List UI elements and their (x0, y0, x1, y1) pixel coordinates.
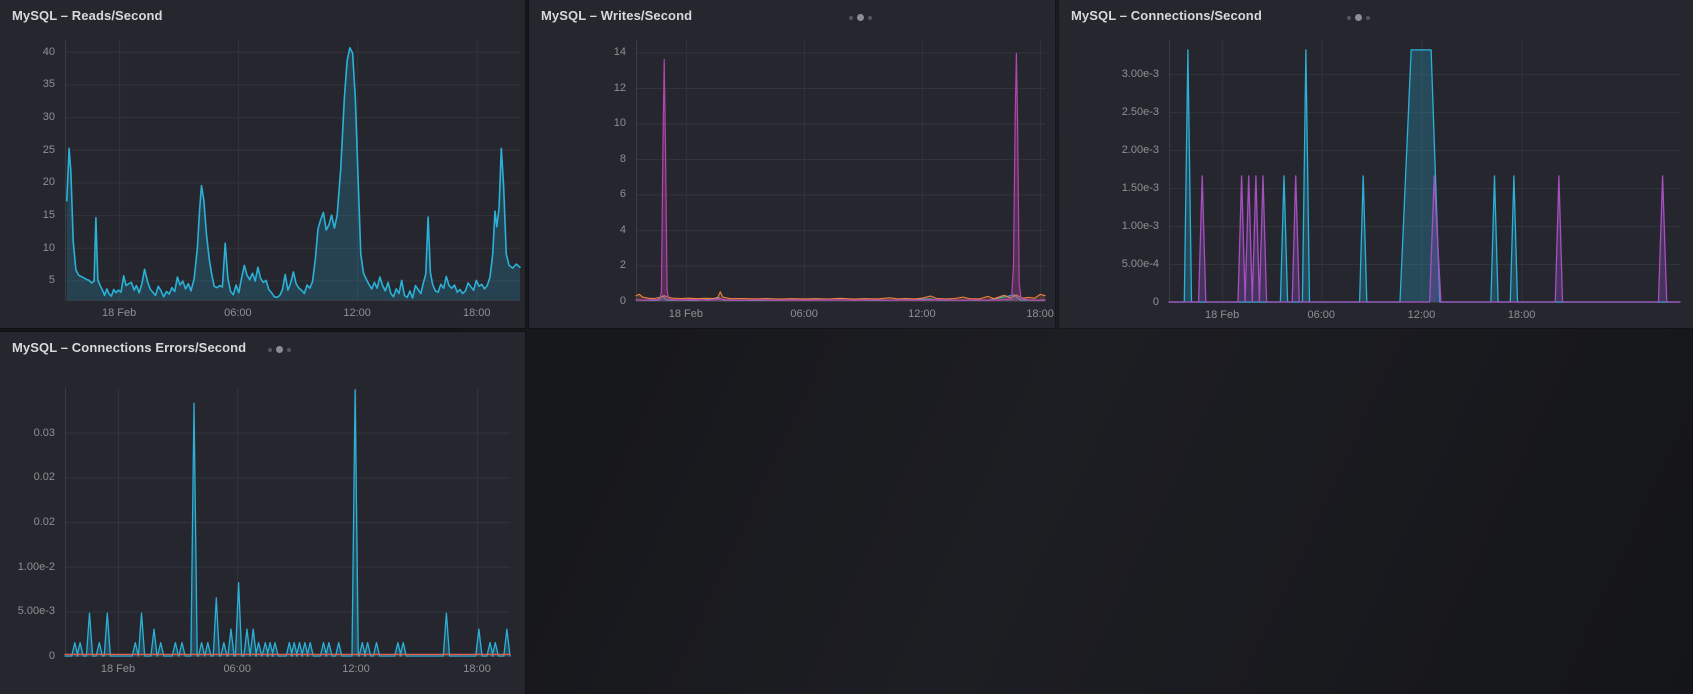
chart-canvas[interactable] (1059, 0, 1693, 328)
y-axis-tick-label: 0 (529, 295, 626, 307)
panel-mysql-connections-errors-per-second: MySQL – Connections Errors/Second 0.030.… (0, 332, 525, 694)
x-axis-tick-label: 18:00 (463, 307, 491, 319)
y-axis-tick-label: 0 (0, 650, 55, 662)
y-axis-tick-label: 1.50e-3 (1059, 182, 1159, 194)
x-axis-tick-label: 18:00 (463, 663, 491, 675)
series-area-writes-purple (636, 53, 1045, 301)
y-axis-tick-label: 25 (0, 144, 55, 156)
x-axis-tick-label: 18 Feb (669, 308, 703, 320)
y-axis-tick-label: 0.02 (0, 471, 55, 483)
y-axis-tick-label: 2.50e-3 (1059, 106, 1159, 118)
y-axis-tick-label: 10 (0, 242, 55, 254)
series-line-writes-purple (636, 53, 1045, 300)
x-axis-tick-label: 06:00 (224, 307, 252, 319)
y-axis-tick-label: 0 (1059, 296, 1159, 308)
x-axis-tick-label: 18:00 (1508, 309, 1536, 321)
chart-canvas[interactable] (0, 332, 525, 694)
y-axis-tick-label: 1.00e-3 (1059, 220, 1159, 232)
grafana-dashboard: MySQL – Reads/Second 40353025201510518 F… (0, 0, 1693, 694)
x-axis-tick-label: 12:00 (343, 307, 371, 319)
y-axis-tick-label: 15 (0, 209, 55, 221)
x-axis-tick-label: 06:00 (223, 663, 251, 675)
y-axis-tick-label: 3.00e-3 (1059, 68, 1159, 80)
y-axis-tick-label: 6 (529, 188, 626, 200)
y-axis-tick-label: 20 (0, 176, 55, 188)
y-axis-tick-label: 2.00e-3 (1059, 144, 1159, 156)
y-axis-tick-label: 0.03 (0, 427, 55, 439)
panel-mysql-connections-per-second: MySQL – Connections/Second 3.00e-32.50e-… (1059, 0, 1693, 328)
x-axis-tick-label: 12:00 (908, 308, 936, 320)
y-axis-tick-label: 4 (529, 224, 626, 236)
x-axis-tick-label: 18 Feb (1205, 309, 1239, 321)
x-axis-tick-label: 18 Feb (102, 307, 136, 319)
y-axis-tick-label: 5 (0, 274, 55, 286)
x-axis-tick-label: 12:00 (342, 663, 370, 675)
x-axis-tick-label: 18 Feb (101, 663, 135, 675)
x-axis-tick-label: 06:00 (1308, 309, 1336, 321)
y-axis-tick-label: 5.00e-4 (1059, 258, 1159, 270)
x-axis-tick-label: 18:00 (1026, 308, 1054, 320)
panel-mysql-reads-per-second: MySQL – Reads/Second 40353025201510518 F… (0, 0, 525, 328)
y-axis-tick-label: 2 (529, 259, 626, 271)
series-area-reads (67, 48, 520, 300)
y-axis-tick-label: 30 (0, 111, 55, 123)
chart-canvas[interactable] (0, 0, 525, 328)
y-axis-tick-label: 1.00e-2 (0, 561, 55, 573)
x-axis-tick-label: 06:00 (790, 308, 818, 320)
y-axis-tick-label: 14 (529, 46, 626, 58)
y-axis-tick-label: 40 (0, 46, 55, 58)
x-axis-tick-label: 12:00 (1408, 309, 1436, 321)
y-axis-tick-label: 35 (0, 78, 55, 90)
y-axis-tick-label: 10 (529, 117, 626, 129)
panel-mysql-writes-per-second: MySQL – Writes/Second 1412108642018 Feb0… (529, 0, 1055, 328)
y-axis-tick-label: 5.00e-3 (0, 605, 55, 617)
series-line-writes-orange (636, 292, 1045, 299)
y-axis-tick-label: 12 (529, 82, 626, 94)
y-axis-tick-label: 8 (529, 153, 626, 165)
y-axis-tick-label: 0.02 (0, 516, 55, 528)
